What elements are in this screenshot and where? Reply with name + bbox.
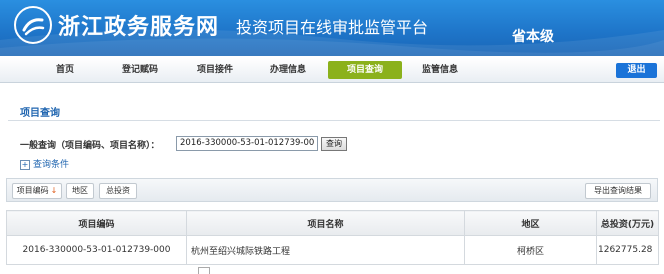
query-input[interactable] <box>176 136 318 151</box>
nav-home[interactable]: 首页 <box>40 58 90 82</box>
table-row[interactable]: 2016-330000-53-01-012739-000 杭州至绍兴城际铁路工程… <box>6 235 659 265</box>
nav-register-code[interactable]: 登记赋码 <box>110 58 170 82</box>
cell-region: 柯桥区 <box>464 235 597 265</box>
main-nav: 首页 登记赋码 项目接件 办理信息 项目查询 监管信息 <box>0 58 664 83</box>
col-project-code[interactable]: 项目编码 <box>6 210 187 236</box>
results-table: 项目编码 项目名称 地区 总投资(万元) 2016-330000-53-01-0… <box>6 210 659 265</box>
zhejiang-emblem-icon <box>14 6 52 44</box>
export-results-button[interactable]: 导出查询结果 <box>585 183 651 199</box>
sort-by-code-button[interactable]: 项目编码 ↓ <box>12 183 62 199</box>
nav-supervision-info[interactable]: 监管信息 <box>410 58 470 82</box>
section-divider <box>8 120 660 121</box>
sort-by-investment-button[interactable]: 总投资 <box>99 183 137 199</box>
section-title: 项目查询 <box>20 108 60 119</box>
cell-total-investment: 1262775.28 <box>596 235 659 265</box>
col-project-name[interactable]: 项目名称 <box>186 210 465 236</box>
query-label: 一般查询（项目编码、项目名称）： <box>20 141 160 151</box>
query-conditions-label: 查询条件 <box>33 160 70 170</box>
cell-project-name[interactable]: 杭州至绍兴城际铁路工程 <box>186 235 465 265</box>
nav-project-intake[interactable]: 项目接件 <box>185 58 245 82</box>
logout-button[interactable]: 退出 <box>616 63 657 78</box>
results-toolbar: 项目编码 ↓ 地区 总投资 导出查询结果 <box>6 178 658 202</box>
col-region[interactable]: 地区 <box>464 210 597 236</box>
col-total-investment[interactable]: 总投资(万元) <box>596 210 659 236</box>
platform-subtitle: 投资项目在线审批监管平台 <box>236 18 429 37</box>
down-arrow-icon: ↓ <box>50 186 58 195</box>
sort-by-region-button[interactable]: 地区 <box>66 183 94 199</box>
query-conditions-toggle[interactable]: + 查询条件 <box>20 157 69 170</box>
query-button[interactable]: 查询 <box>321 137 347 151</box>
brand-title: 浙江政务服务网 <box>58 14 220 40</box>
header-banner: 浙江政务服务网 投资项目在线审批监管平台 省本级 <box>0 0 664 56</box>
table-header-row: 项目编码 项目名称 地区 总投资(万元) <box>6 210 659 236</box>
cell-project-code[interactable]: 2016-330000-53-01-012739-000 <box>6 235 187 265</box>
province-label: 省本级 <box>512 29 554 45</box>
sort-by-code-label: 项目编码 <box>16 186 49 195</box>
nav-project-query[interactable]: 项目查询 <box>328 61 402 79</box>
nav-processing-info[interactable]: 办理信息 <box>258 58 318 82</box>
plus-square-icon: + <box>20 159 30 170</box>
